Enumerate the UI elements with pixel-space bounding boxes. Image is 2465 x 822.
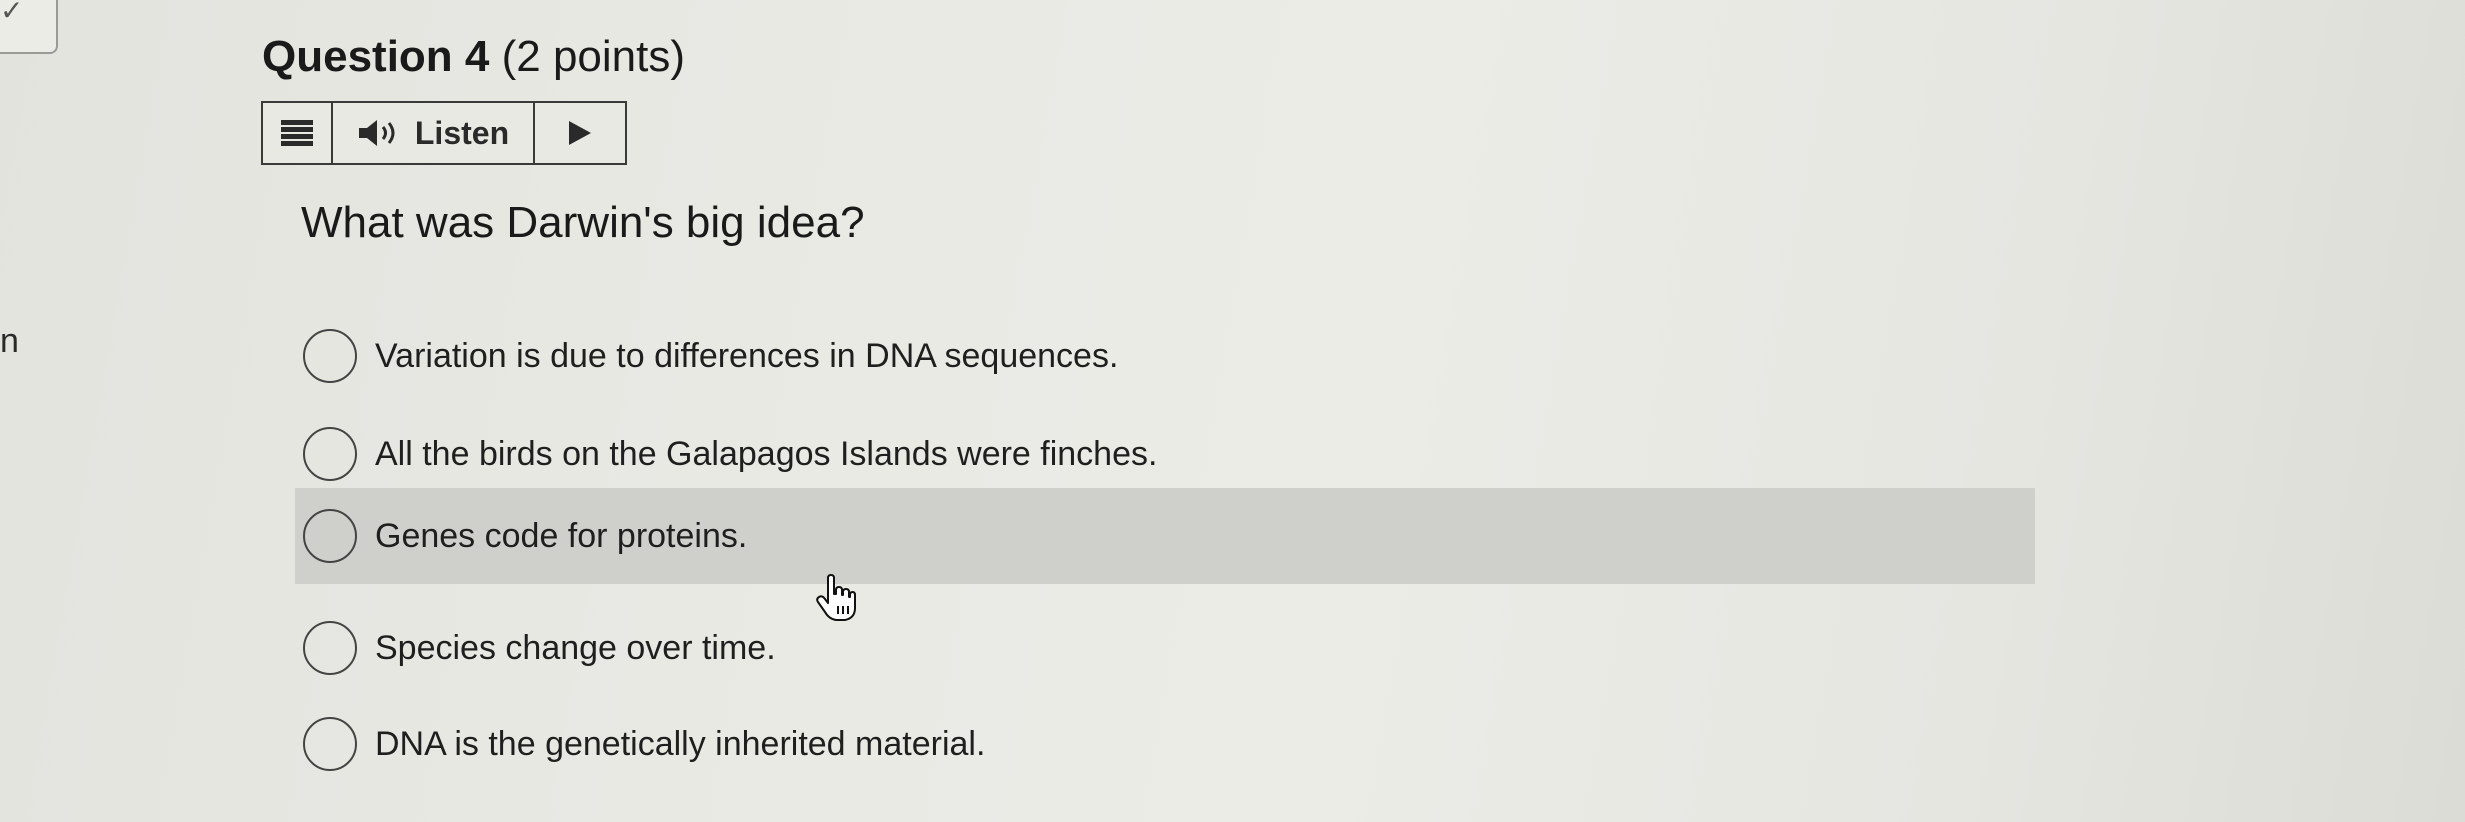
radio-button[interactable] [303, 621, 357, 675]
listen-menu-button[interactable] [263, 103, 333, 163]
play-icon [569, 121, 591, 145]
radio-button[interactable] [303, 329, 357, 383]
hamburger-menu-icon [281, 120, 313, 146]
listen-label: Listen [414, 114, 510, 151]
answer-option-4[interactable]: Species change over time. [295, 600, 2035, 696]
radio-button[interactable] [303, 509, 357, 563]
radio-button[interactable] [303, 717, 357, 771]
option-label: DNA is the genetically inherited materia… [375, 724, 986, 763]
play-button[interactable] [535, 103, 625, 163]
listen-toolbar: Listen [261, 101, 627, 165]
option-label: Genes code for proteins. [375, 516, 748, 555]
question-points: (2 points) [501, 32, 686, 81]
option-label: All the birds on the Galapagos Islands w… [375, 434, 1158, 473]
listen-button[interactable]: Listen [333, 103, 535, 163]
question-text: What was Darwin's big idea? [301, 198, 865, 247]
radio-button[interactable] [303, 427, 357, 481]
answer-option-5[interactable]: DNA is the genetically inherited materia… [295, 696, 2035, 792]
hand-cursor-icon [816, 574, 856, 621]
answer-option-3[interactable]: Genes code for proteins. [295, 488, 2035, 584]
option-label: Species change over time. [375, 628, 776, 667]
edge-text-fragment: n [0, 322, 19, 360]
answer-option-1[interactable]: Variation is due to differences in DNA s… [295, 308, 2035, 404]
speaker-icon [358, 120, 395, 146]
question-number: Question 4 [262, 32, 490, 81]
checkmark-icon: ✓ [0, 0, 24, 26]
option-label: Variation is due to differences in DNA s… [375, 336, 1119, 375]
question-title: Question 4 (2 points) [262, 32, 685, 82]
